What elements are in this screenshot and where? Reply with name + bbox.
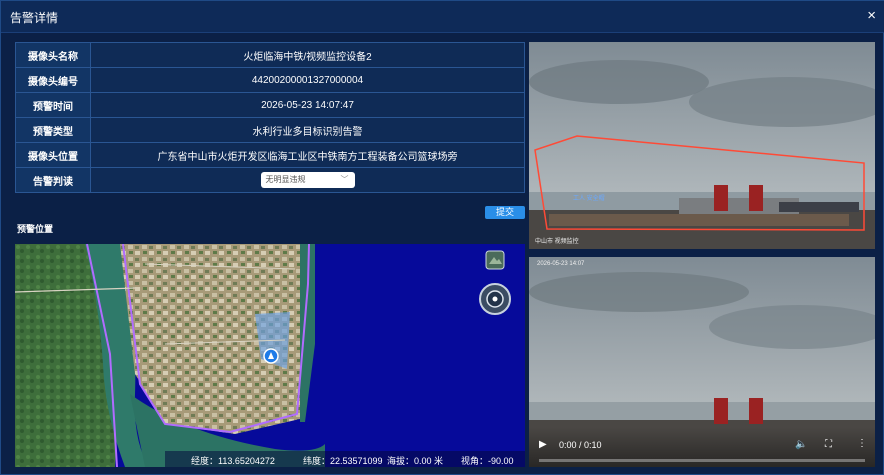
map-coordinate-bar: 经度：113.65204272 纬度：22.53571099 海拔：0.00 米…	[165, 451, 525, 467]
camera-name-label: 摄像头名称	[15, 42, 91, 68]
alert-type-label: 预警类型	[15, 117, 91, 143]
view-angle-readout: 视角：-90.00	[461, 456, 514, 466]
camera-watermark: 中山市 视频监控	[535, 239, 579, 245]
alert-zone-overlay	[534, 135, 865, 231]
camera-location-value: 广东省中山市火炬开发区临海工业区中铁南方工程装备公司篮球场旁	[90, 142, 525, 168]
chevron-down-icon: ﹀	[340, 175, 349, 184]
latitude-readout: 纬度：22.53571099	[303, 456, 383, 466]
judgment-label: 告警判读	[15, 167, 91, 193]
more-options-icon[interactable]: ⋮	[857, 438, 867, 449]
close-icon[interactable]: ×	[867, 7, 876, 24]
table-row: 告警判读 无明显违规 ﹀	[15, 167, 525, 193]
alert-location-title: 预警位置	[17, 224, 54, 234]
judgment-select[interactable]: 无明显违规 ﹀	[260, 172, 355, 188]
alert-time-label: 预警时间	[15, 92, 91, 118]
table-row: 预警类型 水利行业多目标识别告警	[15, 117, 525, 143]
judgment-cell: 无明显违规 ﹀	[90, 167, 525, 193]
video-controls: ▶ 0:00 / 0:10 🔈 ⛶ ⋮	[529, 427, 875, 467]
video-timestamp: 2026-05-23 14:07	[537, 261, 585, 267]
video-progress-bar[interactable]	[539, 459, 865, 462]
dialog-title: 告警详情	[10, 11, 59, 25]
alert-location-map[interactable]: 经度：113.65204272 纬度：22.53571099 海拔：0.00 米…	[15, 244, 525, 467]
volume-icon[interactable]: 🔈	[795, 439, 807, 450]
camera-location-label: 摄像头位置	[15, 142, 91, 168]
video-time: 0:00 / 0:10	[559, 440, 602, 450]
layer-toggle-icon[interactable]	[485, 250, 505, 270]
alert-video-player[interactable]: 2026-05-23 14:07 ▶ 0:00 / 0:10 🔈 ⛶ ⋮	[529, 257, 875, 467]
longitude-readout: 经度：113.65204272	[191, 456, 275, 466]
camera-id-label: 摄像头编号	[15, 67, 91, 93]
submit-button[interactable]: 提交	[485, 206, 525, 219]
alert-time-value: 2026-05-23 14:07:47	[90, 92, 525, 118]
alert-info-table: 摄像头名称 火炬临海中铁/视频监控设备2 摄像头编号 4420020000132…	[15, 42, 525, 193]
alert-type-value: 水利行业多目标识别告警	[90, 117, 525, 143]
alert-detail-dialog: 告警详情 × 摄像头名称 火炬临海中铁/视频监控设备2 摄像头编号 442002…	[0, 0, 884, 475]
dialog-titlebar: 告警详情 ×	[1, 1, 884, 33]
table-row: 摄像头位置 广东省中山市火炬开发区临海工业区中铁南方工程装备公司篮球场旁	[15, 142, 525, 168]
table-row: 预警时间 2026-05-23 14:07:47	[15, 92, 525, 118]
detection-label: 工人 安全帽	[573, 196, 605, 202]
camera-snapshot-image: 工人 安全帽 中山市 视频监控	[529, 42, 875, 249]
fullscreen-icon[interactable]: ⛶	[825, 439, 832, 450]
altitude-readout: 海拔：0.00 米	[387, 456, 444, 466]
table-row: 摄像头编号 44200200001327000004	[15, 67, 525, 93]
table-row: 摄像头名称 火炬临海中铁/视频监控设备2	[15, 42, 525, 68]
judgment-selected-value: 无明显违规	[265, 175, 306, 184]
compass-icon[interactable]	[478, 282, 512, 316]
satellite-map-image	[15, 244, 525, 467]
camera-id-value: 44200200001327000004	[90, 67, 525, 93]
play-icon[interactable]: ▶	[539, 439, 547, 450]
camera-name-value: 火炬临海中铁/视频监控设备2	[90, 42, 525, 68]
